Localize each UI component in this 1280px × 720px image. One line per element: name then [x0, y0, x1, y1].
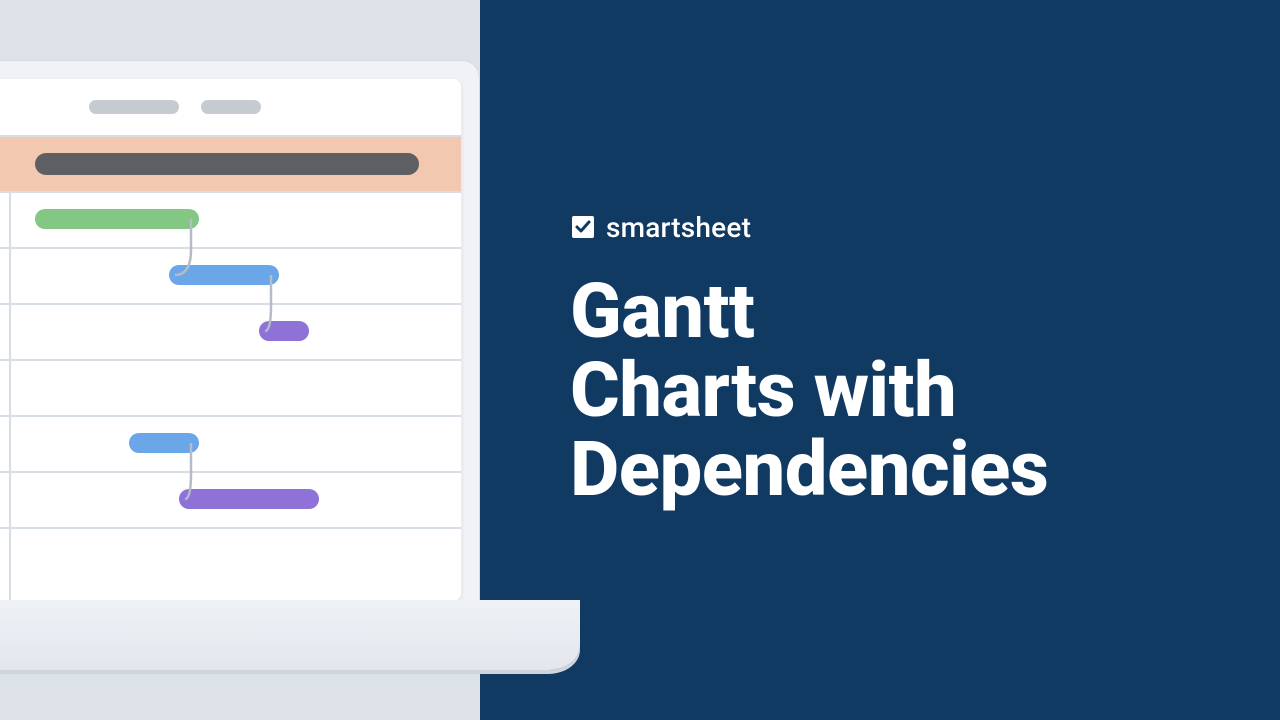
toolbar-placeholder: [201, 100, 261, 114]
brand-row: smartsheet: [570, 211, 1280, 244]
title-line-3: Dependencies: [570, 424, 1048, 514]
screen-frame: [0, 60, 480, 620]
toolbar: [0, 79, 461, 135]
title-panel: smartsheet Gantt Charts with Dependencie…: [480, 0, 1280, 720]
dependency-arrow: [175, 219, 191, 275]
check-logo-icon: [570, 214, 596, 240]
laptop-mock: [0, 60, 520, 660]
toolbar-placeholder: [89, 100, 179, 114]
gantt-chart: [0, 135, 461, 601]
dependency-arrow: [185, 443, 191, 499]
title-line-1: Gantt: [570, 266, 754, 356]
screen-inner: [0, 79, 461, 601]
thumbnail-canvas: smartsheet Gantt Charts with Dependencie…: [0, 0, 1280, 720]
title-line-2: Charts with: [570, 345, 956, 435]
brand-name: smartsheet: [606, 211, 751, 244]
laptop-base: [0, 600, 580, 670]
dependency-arrow: [265, 275, 271, 331]
page-title: Gantt Charts with Dependencies: [570, 272, 1280, 509]
dependency-connectors: [0, 135, 461, 595]
